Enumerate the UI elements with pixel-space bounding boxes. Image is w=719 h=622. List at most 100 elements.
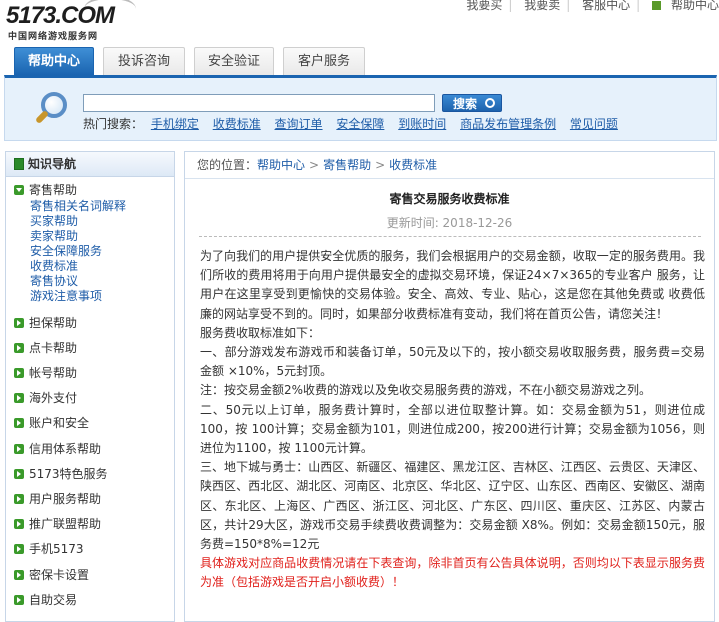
site-header: 5173.COM 中国网络游戏服务网 我要买 | 我要卖 | 客服中心 | 帮助中心 … xyxy=(0,0,719,75)
divider xyxy=(185,178,714,179)
sidebar-item-label: 信用体系帮助 xyxy=(29,442,102,456)
fee-warning-note: 具体游戏对应商品收费情况请在下表查询，除非首页有公告具体说明，否则均以下表显示服… xyxy=(200,556,705,590)
breadcrumb: 您的位置：帮助中心 > 寄售帮助 > 收费标准 xyxy=(197,156,437,173)
arrow-icon xyxy=(14,393,24,403)
sub-item-buyer-help[interactable]: 买家帮助 xyxy=(30,214,126,229)
hot-link-order-lookup[interactable]: 查询订单 xyxy=(275,117,323,131)
arrow-icon xyxy=(14,418,24,428)
arrow-icon xyxy=(14,469,24,479)
chevron-right-icon: > xyxy=(375,158,386,172)
arrow-icon xyxy=(14,595,24,605)
sidebar-item-affiliate[interactable]: 推广联盟帮助 xyxy=(14,515,101,533)
logo-text: 5173.COM xyxy=(6,2,115,29)
sidebar-item-features[interactable]: 5173特色服务 xyxy=(14,465,108,483)
article-paragraph: 为了向我们的用户提供安全优质的服务，我们会根据用户的交易金额，收取一定的服务费用… xyxy=(200,249,705,321)
arrow-icon xyxy=(14,318,24,328)
sidebar-item-mobile[interactable]: 手机5173 xyxy=(14,540,84,558)
sidebar-item-label: 担保帮助 xyxy=(29,316,78,330)
arrow-icon xyxy=(14,444,24,454)
article-paragraph: 三、地下城与勇士：山西区、新疆区、福建区、黑龙江区、吉林区、江西区、云贵区、天津… xyxy=(200,460,705,552)
expanded-arrow-icon xyxy=(14,185,24,195)
help-check-icon xyxy=(651,1,661,10)
tab-complaints[interactable]: 投诉咨询 xyxy=(103,47,185,75)
sub-item-game-notes[interactable]: 游戏注意事项 xyxy=(30,289,126,304)
sidebar-item-accounts[interactable]: 帐号帮助 xyxy=(14,364,77,382)
sub-item-seller-help[interactable]: 卖家帮助 xyxy=(30,229,126,244)
article-paragraph: 一、部分游戏发布游戏币和装备订单，50元及以下的，按小额交易收取服务费，服务费=… xyxy=(200,345,705,379)
tab-security[interactable]: 安全验证 xyxy=(194,47,274,75)
sidebar-item-escrow[interactable]: 担保帮助 xyxy=(14,314,77,332)
arrow-icon xyxy=(14,343,24,353)
article-title: 寄售交易服务收费标准 xyxy=(389,192,510,206)
hot-link-security[interactable]: 安全保障 xyxy=(336,117,384,131)
toplink-buy[interactable]: 我要买 xyxy=(466,0,502,12)
sidebar-item-consignment[interactable]: 寄售帮助 xyxy=(14,181,77,199)
breadcrumb-help-center[interactable]: 帮助中心 xyxy=(257,158,305,172)
divider xyxy=(199,236,701,237)
magnifier-icon xyxy=(33,92,73,132)
tab-customer-service[interactable]: 客户服务 xyxy=(283,47,365,75)
book-icon xyxy=(14,158,24,170)
article-paragraph: 注：按交易金额2%收费的游戏以及免收交易服务费的游戏，不在小额交易游戏之列。 xyxy=(200,383,652,398)
sidebar-item-self-trade[interactable]: 自助交易 xyxy=(14,591,77,609)
divider: | xyxy=(508,0,513,12)
article-body: 为了向我们的用户提供安全优质的服务，我们会根据用户的交易金额，收取一定的服务费用… xyxy=(200,247,705,593)
search-input[interactable] xyxy=(83,94,435,112)
search-panel: 搜索 热门搜索： 手机绑定 收费标准 查询订单 安全保障 到账时间 商品发布管理… xyxy=(4,75,717,141)
logo-subtitle: 中国网络游戏服务网 xyxy=(8,32,99,42)
site-logo[interactable]: 5173.COM 中国网络游戏服务网 xyxy=(6,2,131,42)
sidebar-item-credit[interactable]: 信用体系帮助 xyxy=(14,440,101,458)
arrow-icon xyxy=(14,494,24,504)
sidebar-header: 知识导航 xyxy=(6,152,174,177)
sidebar-item-user-service[interactable]: 用户服务帮助 xyxy=(14,490,101,508)
hot-link-arrival-time[interactable]: 到账时间 xyxy=(398,117,446,131)
article-date: 更新时间: 2018-12-26 xyxy=(386,216,513,230)
toplink-help-label: 帮助中心 xyxy=(670,0,719,12)
hot-link-listing-rules[interactable]: 商品发布管理条例 xyxy=(460,117,556,131)
article-paragraph: 二、50元以上订单，服务费计算时，全部以进位取整计算。如：交易金额为51，则进位… xyxy=(200,402,705,456)
sidebar-item-cards[interactable]: 点卡帮助 xyxy=(14,339,77,357)
hot-link-fees[interactable]: 收费标准 xyxy=(213,117,261,131)
sub-item-agreement[interactable]: 寄售协议 xyxy=(30,274,126,289)
magnifier-handle xyxy=(34,109,50,125)
hot-link-faq[interactable]: 常见问题 xyxy=(570,117,618,131)
sidebar-item-label: 账户和安全 xyxy=(29,416,90,430)
tab-help-center[interactable]: 帮助中心 xyxy=(14,47,94,75)
arrow-icon xyxy=(14,570,24,580)
sub-item-security-service[interactable]: 安全保障服务 xyxy=(30,244,126,259)
search-button-label: 搜索 xyxy=(453,97,478,111)
sidebar-item-label: 帐号帮助 xyxy=(29,366,78,380)
breadcrumb-prefix: 您的位置： xyxy=(197,158,258,172)
sub-item-fees[interactable]: 收费标准 xyxy=(30,259,126,274)
sidebar-item-label: 密保卡设置 xyxy=(29,568,90,582)
arrow-icon xyxy=(14,544,24,554)
breadcrumb-consignment[interactable]: 寄售帮助 xyxy=(323,158,371,172)
sidebar-sublist: 寄售相关名词解释 买家帮助 卖家帮助 安全保障服务 收费标准 寄售协议 游戏注意… xyxy=(30,199,126,304)
sidebar-item-label: 用户服务帮助 xyxy=(29,492,102,506)
toplink-service[interactable]: 客服中心 xyxy=(582,0,630,12)
toplink-help[interactable]: 帮助中心 xyxy=(651,0,719,12)
search-icon xyxy=(485,98,495,108)
sidebar-item-label: 推广联盟帮助 xyxy=(29,517,102,531)
sidebar-item-label: 手机5173 xyxy=(29,542,84,556)
article-paragraph: 服务费收取标准如下： xyxy=(200,325,321,340)
sidebar-item-label: 自助交易 xyxy=(29,593,78,607)
chevron-right-icon: > xyxy=(309,158,320,172)
sidebar-item-label: 点卡帮助 xyxy=(29,341,78,355)
sub-item-glossary[interactable]: 寄售相关名词解释 xyxy=(30,199,126,214)
knowledge-sidebar: 知识导航 寄售帮助 寄售相关名词解释 买家帮助 卖家帮助 安全保障服务 收费标准… xyxy=(5,151,175,622)
hot-link-phone-binding[interactable]: 手机绑定 xyxy=(151,117,199,131)
sidebar-item-label: 5173特色服务 xyxy=(29,467,108,481)
hot-searches: 热门搜索： 手机绑定 收费标准 查询订单 安全保障 到账时间 商品发布管理条例 … xyxy=(83,115,628,132)
sidebar-item-label: 寄售帮助 xyxy=(29,183,78,197)
sidebar-item-security-card[interactable]: 密保卡设置 xyxy=(14,566,89,584)
toplink-sell[interactable]: 我要卖 xyxy=(524,0,560,12)
main-content: 您的位置：帮助中心 > 寄售帮助 > 收费标准 寄售交易服务收费标准 更新时间: 201… xyxy=(184,151,715,622)
sidebar-item-overseas-pay[interactable]: 海外支付 xyxy=(14,389,77,407)
top-links: 我要买 | 我要卖 | 客服中心 | 帮助中心 xyxy=(458,0,719,13)
arrow-icon xyxy=(14,368,24,378)
sidebar-item-label: 海外支付 xyxy=(29,391,78,405)
sidebar-item-account-security[interactable]: 账户和安全 xyxy=(14,414,89,432)
breadcrumb-fees[interactable]: 收费标准 xyxy=(389,158,437,172)
search-button[interactable]: 搜索 xyxy=(442,94,502,112)
